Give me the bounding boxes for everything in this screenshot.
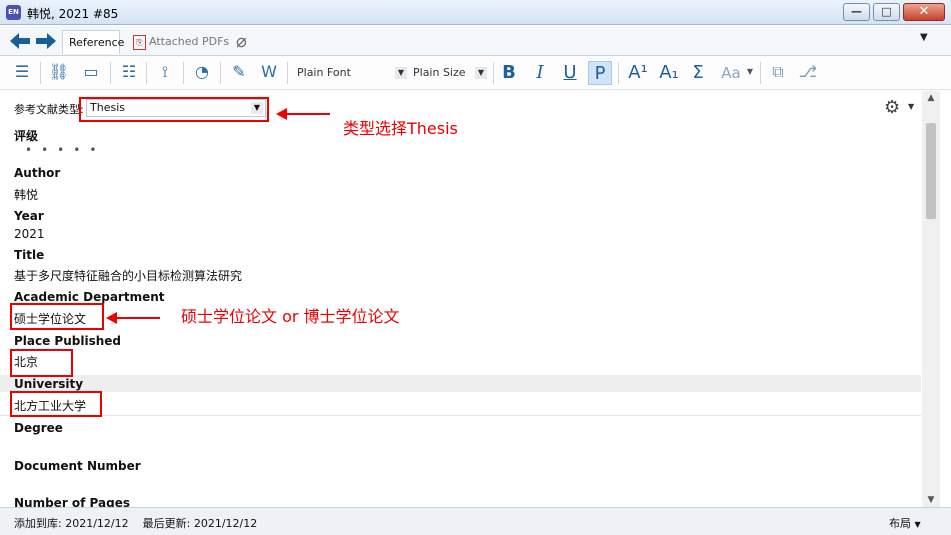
rating-label: 评级 bbox=[14, 129, 39, 143]
year-field[interactable]: 2021 bbox=[14, 227, 45, 241]
scroll-thumb[interactable] bbox=[926, 123, 936, 219]
pie-chart-icon[interactable]: ◔ bbox=[191, 61, 213, 83]
annotation-box-university bbox=[10, 391, 102, 417]
university-row-highlight bbox=[0, 375, 921, 392]
change-case-button[interactable]: Aa bbox=[717, 61, 745, 85]
reference-type-label: 参考文献类型: bbox=[14, 103, 84, 116]
status-bar: 添加到库: 2021/12/12 最后更新: 2021/12/12 布局 ▼ bbox=[0, 507, 951, 535]
chevron-down-icon[interactable]: ▼ bbox=[745, 61, 755, 83]
back-arrow-icon[interactable] bbox=[10, 32, 30, 50]
updated-date: 2021/12/12 bbox=[193, 517, 258, 530]
toolbar-divider bbox=[146, 62, 147, 84]
scroll-up-icon[interactable]: ▲ bbox=[922, 91, 940, 105]
field-divider bbox=[0, 415, 921, 416]
title-label: Title bbox=[14, 248, 45, 262]
endnote-app-icon: EN bbox=[6, 5, 21, 20]
tabs-menu-icon[interactable]: ▼ bbox=[920, 32, 928, 43]
edit-list-icon[interactable]: ☷ bbox=[118, 61, 140, 83]
updated-label: 最后更新: bbox=[142, 517, 191, 530]
tab-attached-pdfs-label: Attached PDFs bbox=[149, 35, 230, 48]
insert-reference-icon[interactable]: ☰ bbox=[11, 61, 33, 83]
subscript-button[interactable]: A₁ bbox=[655, 61, 683, 85]
author-field[interactable]: 韩悦 bbox=[14, 186, 38, 203]
document-number-label: Document Number bbox=[14, 459, 141, 473]
editor-toolbar: ☰ ⛓ ▭ ☷ ⟟ ◔ ✎ W Plain Font ▼ Plain Size … bbox=[0, 56, 951, 90]
annotation-box-place bbox=[10, 349, 73, 377]
underline-button[interactable]: U bbox=[558, 61, 582, 85]
tabs-bar: Reference ⎘ Attached PDFs ⌀ ▼ bbox=[0, 26, 951, 56]
toolbar-divider bbox=[220, 62, 221, 84]
place-published-label: Place Published bbox=[14, 334, 122, 348]
window-title: 韩悦, 2021 #85 bbox=[27, 7, 119, 21]
chevron-down-icon: ▼ bbox=[475, 67, 487, 79]
scroll-down-icon[interactable]: ▼ bbox=[922, 493, 940, 507]
minimize-icon: — bbox=[851, 5, 862, 18]
university-label: University bbox=[14, 377, 84, 391]
chevron-down-icon: ▼ bbox=[914, 520, 921, 529]
toolbar-divider bbox=[287, 62, 288, 84]
hierarchy-icon[interactable]: ⎇ bbox=[797, 61, 819, 83]
font-select[interactable]: Plain Font ▼ bbox=[297, 63, 407, 83]
gear-icon[interactable]: ⚙ bbox=[884, 97, 900, 118]
toolbar-divider bbox=[183, 62, 184, 84]
external-window-icon[interactable]: ⧉ bbox=[767, 61, 789, 83]
font-select-value: Plain Font bbox=[297, 66, 351, 79]
toolbar-divider bbox=[493, 62, 494, 84]
layout-menu-button[interactable]: 布局 ▼ bbox=[889, 515, 921, 531]
annotation-arrow bbox=[276, 108, 330, 120]
forward-arrow-icon[interactable] bbox=[36, 32, 56, 50]
link-icon[interactable]: ⛓ bbox=[48, 61, 70, 83]
toolbar-divider bbox=[618, 62, 619, 84]
chevron-down-icon: ▼ bbox=[395, 67, 407, 79]
paperclip-icon[interactable]: ⌀ bbox=[236, 31, 247, 52]
bold-button[interactable]: B bbox=[497, 61, 521, 85]
size-select-value: Plain Size bbox=[413, 66, 466, 79]
reference-editor: 参考文献类型: Thesis ▼ ⚙ ▼ 评级 ••••• Author 韩悦 … bbox=[0, 91, 921, 507]
degree-label: Degree bbox=[14, 421, 63, 435]
plain-button[interactable]: P bbox=[588, 61, 612, 85]
superscript-button[interactable]: A¹ bbox=[624, 61, 652, 85]
title-field[interactable]: 基于多尺度特征融合的小目标检测算法研究 bbox=[14, 267, 242, 284]
maximize-icon: □ bbox=[881, 5, 892, 18]
close-icon: ✕ bbox=[918, 4, 930, 19]
annotation-department-note: 硕士学位论文 or 博士学位论文 bbox=[181, 307, 400, 326]
edit-note-icon[interactable]: ✎ bbox=[228, 61, 250, 83]
annotation-arrow bbox=[106, 312, 160, 324]
number-of-pages-label: Number of Pages bbox=[14, 496, 130, 507]
annotation-box-reference-type bbox=[79, 97, 269, 122]
year-label: Year bbox=[14, 209, 44, 223]
status-dates: 添加到库: 2021/12/12 最后更新: 2021/12/12 bbox=[14, 515, 257, 531]
author-label: Author bbox=[14, 166, 61, 180]
window-titlebar: EN 韩悦, 2021 #85 — □ ✕ bbox=[0, 0, 951, 25]
pdf-icon: ⎘ bbox=[133, 34, 146, 50]
size-select[interactable]: Plain Size ▼ bbox=[413, 63, 487, 83]
toolbar-divider bbox=[110, 62, 111, 84]
toolbar-divider bbox=[760, 62, 761, 84]
minimize-button[interactable]: — bbox=[843, 3, 870, 21]
symbol-button[interactable]: Σ bbox=[686, 61, 710, 85]
folder-icon[interactable]: ▭ bbox=[80, 61, 102, 83]
annotation-box-department bbox=[10, 303, 104, 330]
tab-attached-pdfs[interactable]: ⎘ Attached PDFs bbox=[127, 30, 235, 54]
added-label: 添加到库: bbox=[14, 517, 62, 530]
connect-icon[interactable]: ⟟ bbox=[154, 61, 176, 83]
toolbar-divider bbox=[40, 62, 41, 84]
rating-dots[interactable]: ••••• bbox=[25, 143, 105, 157]
tab-reference[interactable]: Reference bbox=[62, 30, 124, 54]
italic-button[interactable]: I bbox=[528, 61, 552, 85]
maximize-button[interactable]: □ bbox=[873, 3, 900, 21]
added-date: 2021/12/12 bbox=[65, 517, 129, 530]
word-icon[interactable]: W bbox=[258, 61, 280, 83]
chevron-down-icon[interactable]: ▼ bbox=[908, 102, 914, 111]
vertical-scrollbar[interactable]: ▲ ▼ bbox=[922, 91, 940, 507]
close-button[interactable]: ✕ bbox=[903, 3, 945, 21]
annotation-type-note: 类型选择Thesis bbox=[343, 119, 458, 138]
department-label: Academic Department bbox=[14, 290, 165, 304]
layout-label: 布局 bbox=[889, 517, 911, 530]
